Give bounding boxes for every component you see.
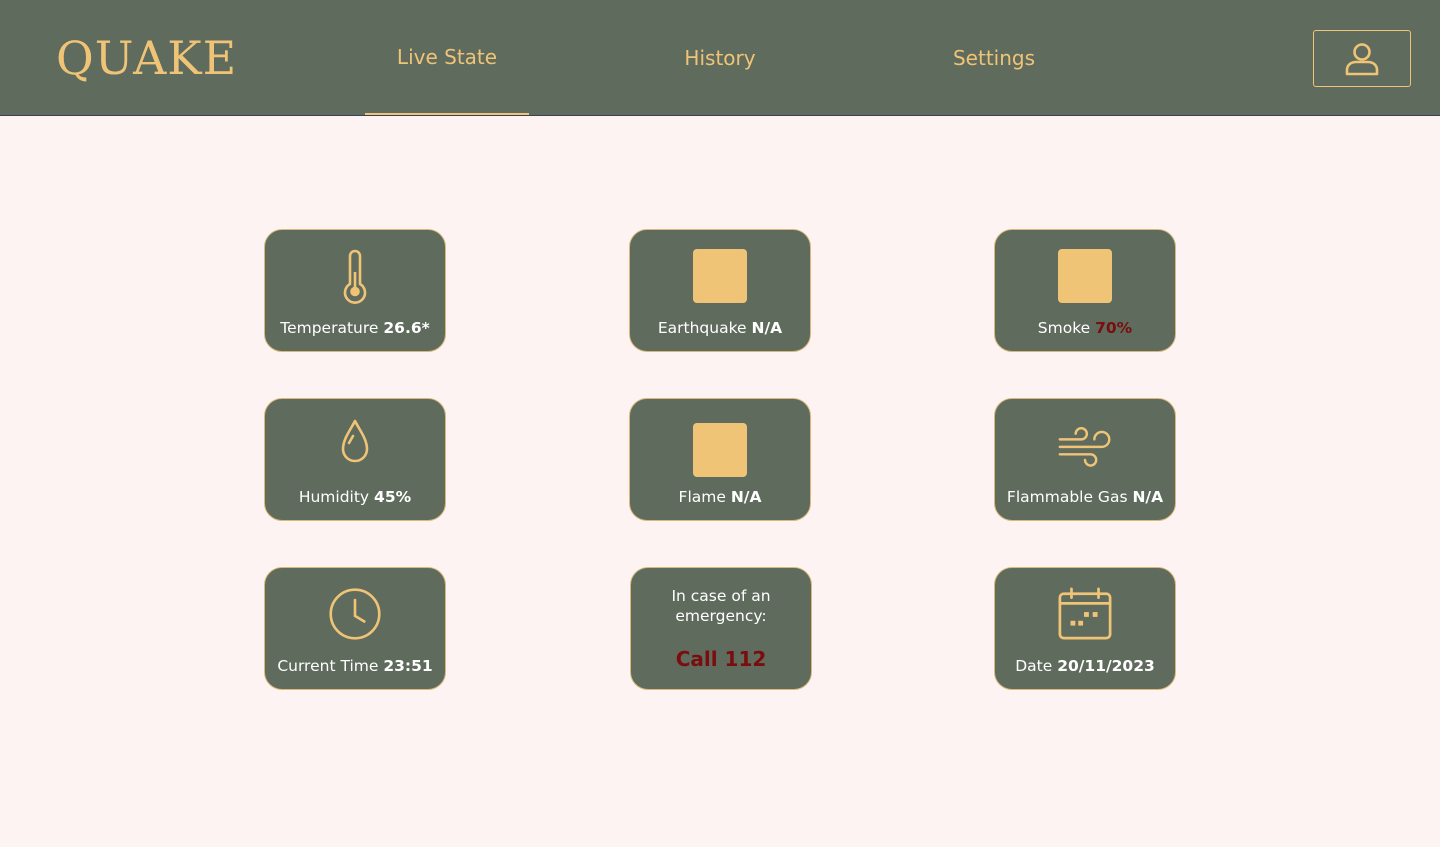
- date-card: Date 20/11/2023: [994, 567, 1176, 690]
- smoke-title: Smoke: [1037, 319, 1091, 337]
- wind-icon: [1057, 417, 1113, 473]
- earthquake-value: N/A: [751, 319, 783, 337]
- clock-icon: [327, 586, 383, 642]
- date-value: 20/11/2023: [1057, 657, 1155, 675]
- tab-history[interactable]: History: [640, 0, 800, 115]
- calendar-icon: [1057, 586, 1113, 642]
- flammable-gas-label: Flammable Gas N/A: [995, 488, 1175, 506]
- droplet-icon: [327, 417, 383, 473]
- flammable-gas-value: N/A: [1132, 488, 1164, 506]
- status-square-icon: [692, 248, 748, 304]
- current-time-label: Current Time 23:51: [265, 657, 445, 675]
- date-label: Date 20/11/2023: [995, 657, 1175, 675]
- humidity-title: Humidity: [298, 488, 370, 506]
- current-time-card: Current Time 23:51: [264, 567, 446, 690]
- smoke-card: Smoke 70%: [994, 229, 1176, 352]
- humidity-card: Humidity 45%: [264, 398, 446, 521]
- status-square-icon: [1057, 248, 1113, 304]
- current-time-value: 23:51: [383, 657, 433, 675]
- thermometer-icon: [327, 248, 383, 304]
- temperature-title: Temperature: [280, 319, 379, 337]
- humidity-value: 45%: [374, 488, 412, 506]
- emergency-card: In case of an emergency: Call 112: [630, 567, 812, 690]
- humidity-label: Humidity 45%: [265, 488, 445, 506]
- user-icon: [1345, 42, 1379, 75]
- emergency-line-2: emergency:: [675, 607, 767, 625]
- smoke-label: Smoke 70%: [995, 319, 1175, 337]
- earthquake-label: Earthquake N/A: [630, 319, 810, 337]
- date-title: Date: [1015, 657, 1053, 675]
- flammable-gas-card: Flammable Gas N/A: [994, 398, 1176, 521]
- flame-value: N/A: [730, 488, 762, 506]
- status-square-icon: [692, 422, 748, 478]
- temperature-label: Temperature 26.6*: [265, 319, 445, 337]
- emergency-message: In case of an emergency:: [631, 586, 811, 626]
- flame-title: Flame: [678, 488, 726, 506]
- profile-button[interactable]: [1313, 30, 1411, 87]
- earthquake-card: Earthquake N/A: [629, 229, 811, 352]
- temperature-card: Temperature 26.6*: [264, 229, 446, 352]
- flame-label: Flame N/A: [630, 488, 810, 506]
- temperature-value: 26.6*: [383, 319, 430, 337]
- app-logo[interactable]: QUAKE: [56, 30, 237, 86]
- flame-card: Flame N/A: [629, 398, 811, 521]
- top-bar: QUAKE Live State History Settings: [0, 0, 1440, 116]
- tab-live-state[interactable]: Live State: [365, 0, 529, 115]
- emergency-call-number: Call 112: [675, 647, 767, 671]
- earthquake-title: Earthquake: [657, 319, 747, 337]
- current-time-title: Current Time: [277, 657, 379, 675]
- flammable-gas-title: Flammable Gas: [1006, 488, 1128, 506]
- smoke-value: 70%: [1095, 319, 1133, 337]
- emergency-line-1: In case of an: [671, 587, 771, 605]
- tab-settings[interactable]: Settings: [914, 0, 1074, 115]
